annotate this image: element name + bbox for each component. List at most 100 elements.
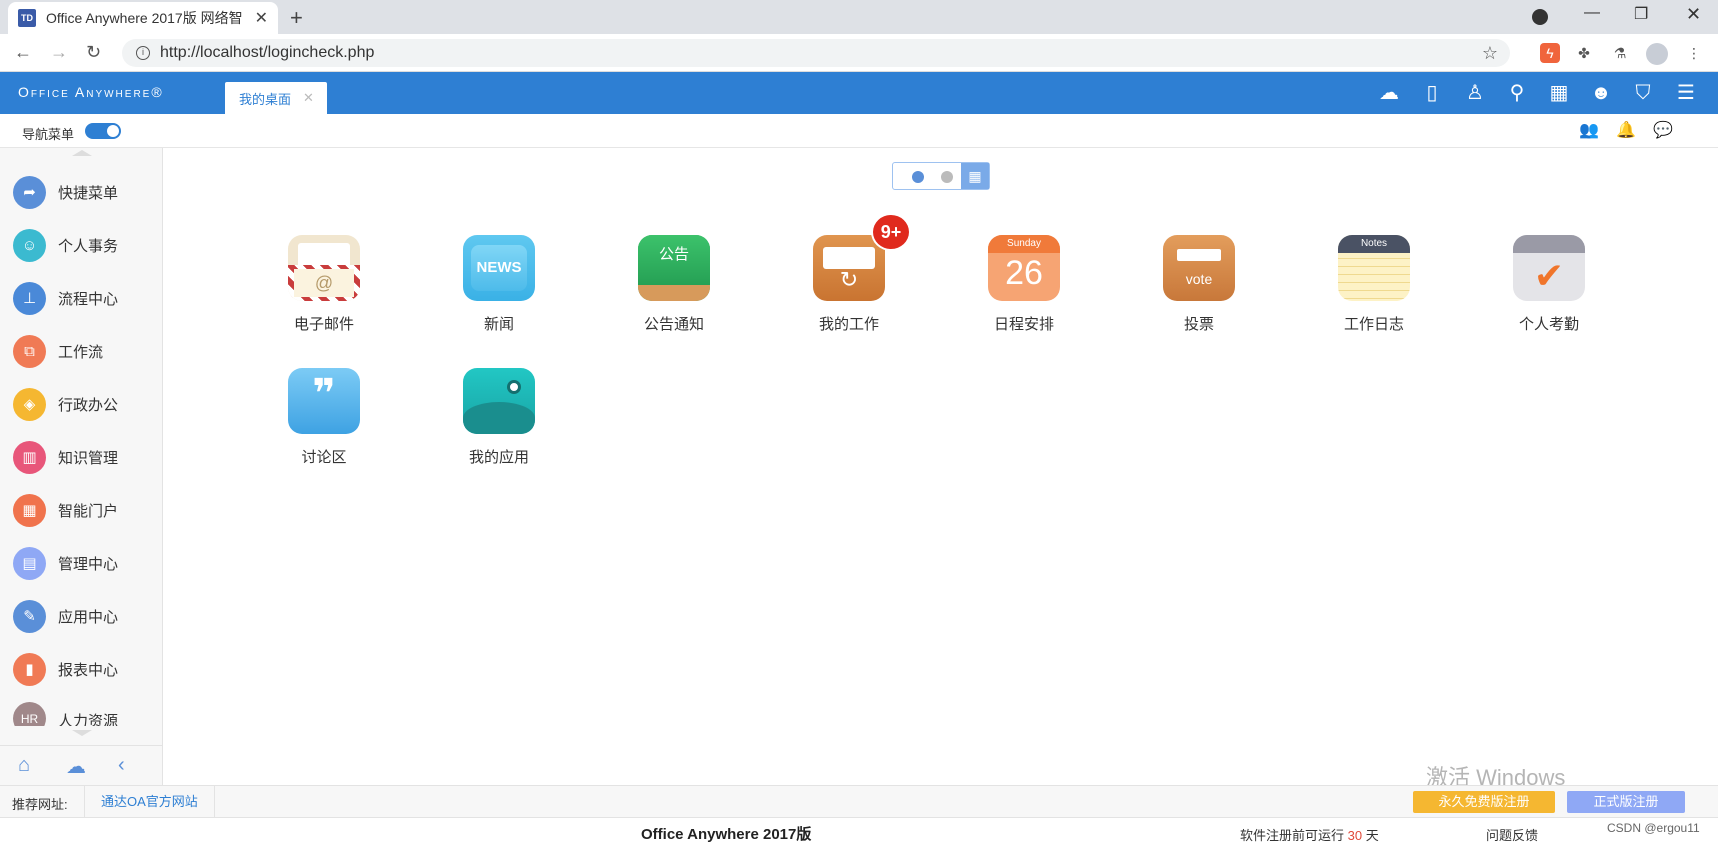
app-news[interactable]: NEWS 新闻 — [439, 235, 559, 345]
search-icon[interactable]: ⚲ — [1504, 81, 1530, 105]
grid-view-icon[interactable]: ▦ — [961, 163, 989, 189]
tab-label: 我的桌面 — [239, 91, 292, 107]
home-icon[interactable]: ⌂ — [18, 754, 30, 777]
sidebar-item-label: 报表中心 — [58, 661, 119, 679]
new-tab-button[interactable]: + — [290, 5, 303, 31]
url-field[interactable]: i http://localhost/logincheck.php ☆ — [122, 39, 1510, 67]
email-icon — [288, 235, 360, 301]
browser-tab[interactable]: TD Office Anywhere 2017版 网络智 ✕ — [8, 2, 278, 34]
app-my-work[interactable]: ↻ 我的工作 — [789, 235, 909, 345]
my-apps-icon — [463, 368, 535, 434]
sidebar-item-quick-menu[interactable]: ➦ 快捷菜单 — [0, 166, 163, 218]
link-bar: 推荐网址: 通达OA官方网站 永久免费版注册 正式版注册 — [0, 785, 1718, 818]
sidebar-item-personal-affairs[interactable]: ☺ 个人事务 — [0, 219, 163, 271]
tab-my-desktop[interactable]: 我的桌面 ✕ — [225, 82, 327, 114]
address-bar: ← → ↻ i http://localhost/logincheck.php … — [0, 34, 1718, 72]
sub-toolbar: 导航菜单 👥 🔔 💬 — [0, 114, 1718, 148]
sidebar-footer: ⌂ ☁ ‹ — [0, 745, 163, 785]
sidebar-item-label: 行政办公 — [58, 396, 119, 414]
notes-icon: Notes — [1338, 235, 1410, 301]
app-work-log[interactable]: Notes 工作日志 — [1314, 235, 1434, 345]
sidebar-item-workflow[interactable]: ⧉ 工作流 — [0, 325, 163, 377]
person-icon: ☺ — [13, 228, 46, 262]
puzzle-icon[interactable]: ✤ — [1574, 43, 1594, 63]
sidebar-item-label: 人力资源 — [58, 713, 119, 726]
url-text[interactable]: http://localhost/logincheck.php — [160, 44, 374, 62]
sidebar-item-process-center[interactable]: ⊥ 流程中心 — [0, 272, 163, 324]
back-button[interactable]: ← — [14, 42, 32, 63]
forum-icon: ❞ — [288, 368, 360, 434]
sidebar-item-hr[interactable]: HR 人力资源 — [0, 696, 163, 726]
sidebar-item-portal[interactable]: ▦ 智能门户 — [0, 484, 163, 536]
sidebar: ➦ 快捷菜单 ☺ 个人事务 ⊥ 流程中心 ⧉ 工作流 ◈ 行政办公 ▥ 知识管理… — [0, 148, 163, 785]
scroll-down-icon[interactable] — [72, 730, 92, 736]
forward-button[interactable]: → — [50, 42, 68, 63]
reload-button[interactable]: ↻ — [86, 42, 101, 63]
sidebar-item-label: 个人事务 — [58, 237, 119, 255]
sidebar-item-knowledge[interactable]: ▥ 知识管理 — [0, 431, 163, 483]
official-register-button[interactable]: 正式版注册 — [1567, 791, 1685, 813]
cloud-icon[interactable]: ☁ — [1376, 81, 1402, 105]
account-avatar-icon[interactable] — [1646, 43, 1668, 65]
chat-bubble-icon[interactable]: ☻ — [1588, 81, 1614, 105]
menu-icon[interactable]: ☰ — [1673, 81, 1699, 105]
sidebar-item-reports[interactable]: ▮ 报表中心 — [0, 643, 163, 695]
pencil-icon: ✎ — [13, 599, 46, 633]
building-icon: ▦ — [13, 493, 46, 527]
shirt-icon[interactable]: ⛉ — [1630, 81, 1656, 105]
bookmark-star-icon[interactable]: ☆ — [1482, 43, 1498, 64]
desktop-area: ▦ 电子邮件 NEWS 新闻 公告 公告通知 ↻ 我的工作 9+ Sunday2… — [164, 148, 1718, 785]
my-work-icon: ↻ — [813, 235, 885, 301]
official-site-link[interactable]: 通达OA官方网站 — [84, 786, 215, 818]
minimize-button[interactable]: — — [1584, 4, 1600, 22]
page-switcher[interactable]: ▦ — [892, 162, 990, 190]
app-label: 新闻 — [483, 316, 514, 333]
my-work-badge: 9+ — [871, 213, 911, 251]
sidebar-item-management[interactable]: ▤ 管理中心 — [0, 537, 163, 589]
app-my-apps[interactable]: 我的应用 — [439, 368, 559, 478]
credit-text: CSDN @ergou11 — [1607, 821, 1700, 835]
browser-menu-icon[interactable]: ⋮ — [1684, 43, 1704, 63]
labs-flask-icon[interactable]: ⚗ — [1610, 43, 1630, 63]
app-email[interactable]: 电子邮件 — [264, 235, 384, 345]
app-label: 投票 — [1183, 316, 1214, 333]
app-calendar[interactable]: Sunday 26 日程安排 — [964, 235, 1084, 345]
vote-icon: vote — [1163, 235, 1235, 301]
help-cloud-icon[interactable]: ☁ — [66, 754, 86, 779]
bar-chart-icon: ▮ — [13, 652, 46, 686]
site-info-icon[interactable]: i — [136, 46, 150, 60]
app-vote[interactable]: vote 投票 — [1139, 235, 1259, 345]
app-label: 我的应用 — [468, 449, 529, 466]
app-notice[interactable]: 公告 公告通知 — [614, 235, 734, 345]
product-name: Office Anywhere 2017版 — [641, 826, 812, 843]
extension-icon[interactable]: ϟ — [1540, 43, 1560, 63]
collapse-icon[interactable]: ‹ — [118, 754, 125, 777]
user-icon[interactable]: ♙ — [1462, 81, 1488, 105]
app-attendance[interactable]: ✔ 个人考勤 — [1489, 235, 1609, 345]
mobile-icon[interactable]: ▯ — [1419, 81, 1445, 105]
contacts-icon[interactable]: 👥 — [1578, 120, 1600, 142]
close-tab-icon[interactable]: ✕ — [255, 8, 268, 28]
oa-header: Office Anywhere® 我的桌面 ✕ ☁ ▯ ♙ ⚲ ▦ ☻ ⛉ ☰ — [0, 72, 1718, 114]
page-dot-active[interactable] — [912, 171, 924, 183]
restore-button[interactable]: ❐ — [1634, 4, 1648, 24]
sidebar-item-label: 工作流 — [58, 343, 104, 361]
message-icon[interactable]: 💬 — [1652, 120, 1674, 142]
profile-menu-icon[interactable] — [1532, 9, 1548, 25]
app-label: 电子邮件 — [293, 316, 354, 333]
sidebar-item-admin-office[interactable]: ◈ 行政办公 — [0, 378, 163, 430]
nav-menu-toggle[interactable] — [85, 123, 121, 139]
app-label: 工作日志 — [1343, 316, 1404, 333]
apps-icon[interactable]: ▦ — [1546, 81, 1572, 105]
sidebar-item-label: 快捷菜单 — [58, 184, 119, 202]
close-icon[interactable]: ✕ — [303, 90, 314, 106]
feedback-link[interactable]: 问题反馈 — [1486, 825, 1538, 844]
app-forum[interactable]: ❞ 讨论区 — [264, 368, 384, 478]
free-register-button[interactable]: 永久免费版注册 — [1413, 791, 1555, 813]
sidebar-item-app-center[interactable]: ✎ 应用中心 — [0, 590, 163, 642]
window-close-button[interactable]: ✕ — [1686, 4, 1701, 25]
page-dot[interactable] — [941, 171, 953, 183]
app-label: 日程安排 — [993, 316, 1054, 333]
scroll-up-icon[interactable] — [72, 150, 92, 156]
bell-icon[interactable]: 🔔 — [1615, 120, 1637, 142]
